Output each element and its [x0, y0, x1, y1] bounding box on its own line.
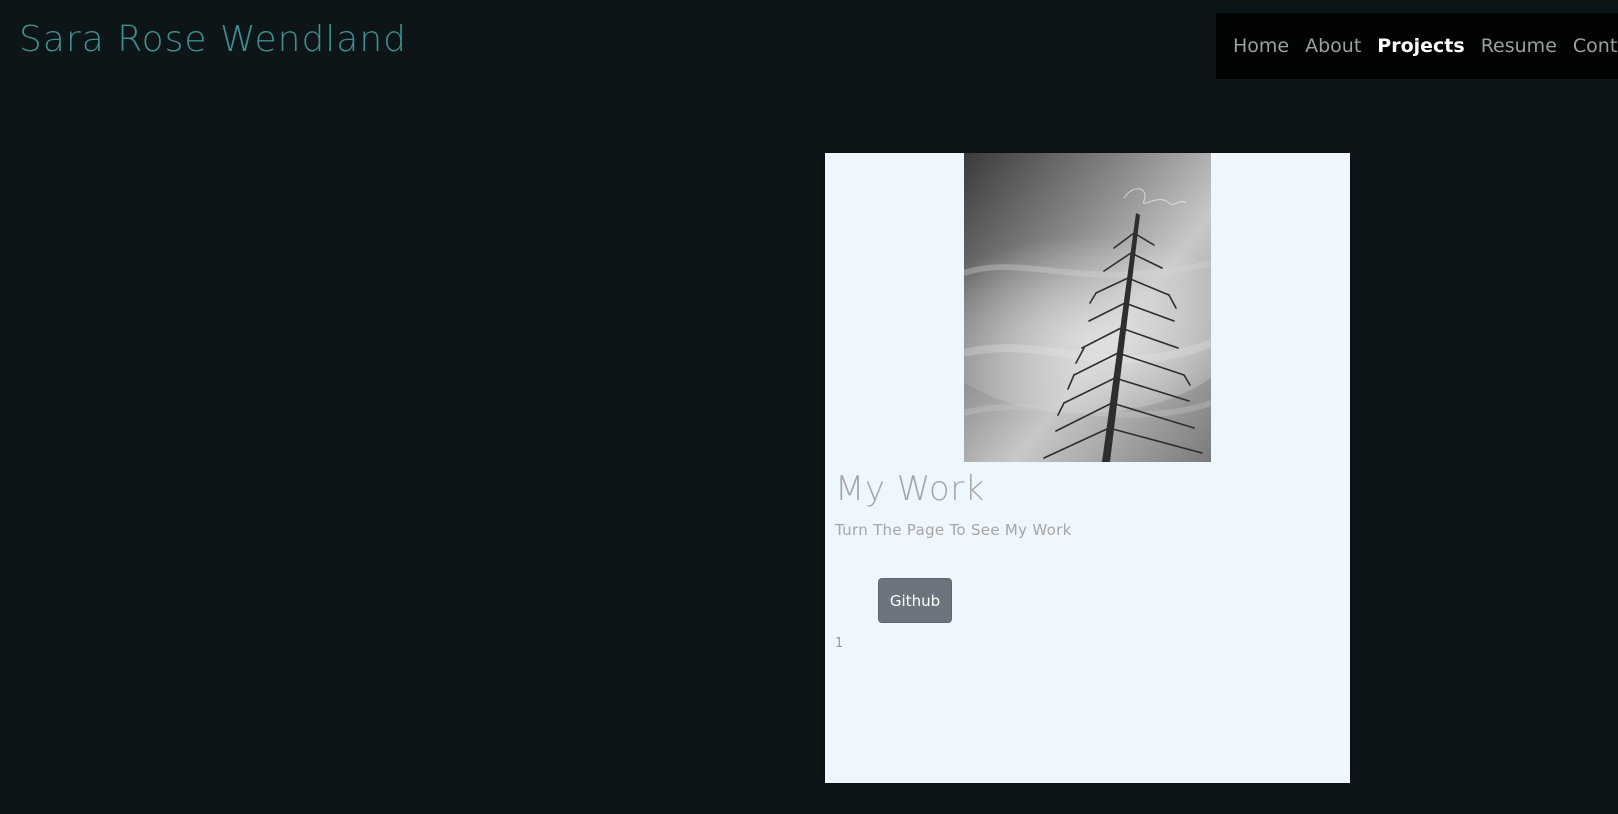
page-number: 1 [835, 636, 844, 651]
card-title: My Work [835, 469, 985, 509]
nav-resume-link[interactable]: Resume [1481, 35, 1557, 57]
card-subtitle: Turn The Page To See My Work [835, 521, 1072, 539]
github-button[interactable]: Github [878, 578, 952, 623]
nav-home-link[interactable]: Home [1233, 35, 1289, 57]
project-card: My Work Turn The Page To See My Work Git… [825, 153, 1350, 783]
site-brand[interactable]: Sara Rose Wendland [19, 22, 407, 58]
nav-about-link[interactable]: About [1305, 35, 1361, 57]
tree-photo-graphic [964, 153, 1211, 462]
tree-photo [964, 153, 1211, 462]
nav-projects-link[interactable]: Projects [1377, 35, 1464, 57]
nav-contact-link[interactable]: Contact [1573, 35, 1618, 57]
main-nav: Home About Projects Resume Contact [1216, 13, 1618, 79]
